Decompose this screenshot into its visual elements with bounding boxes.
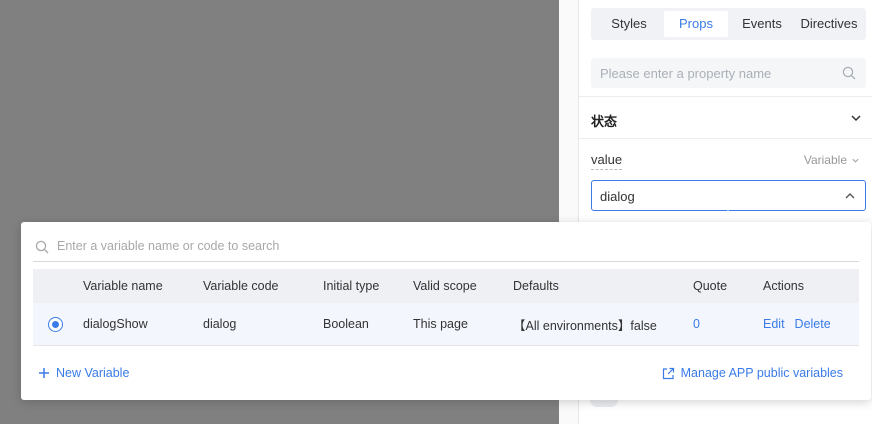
edit-link[interactable]: Edit [763,317,785,331]
column-header-code: Variable code [203,279,279,293]
external-link-icon [662,367,674,379]
tab-directives[interactable]: Directives [796,11,862,37]
column-header-scope: Valid scope [413,279,477,293]
variable-search-input[interactable]: Enter a variable name or code to search [33,232,859,262]
column-header-defaults: Defaults [513,279,559,293]
popup-caret [722,210,734,216]
divider [579,96,872,97]
new-variable-button[interactable]: New Variable [38,366,129,380]
variable-search-placeholder: Enter a variable name or code to search [57,239,280,253]
cell-defaults: 【All environments】false [513,318,657,333]
section-title-status[interactable]: 状态 [591,111,617,130]
search-icon [35,240,49,254]
variable-select[interactable]: dialog [591,180,866,211]
cell-initial-type: Boolean [323,317,369,331]
binding-mode-dropdown[interactable]: Variable [804,153,860,167]
new-variable-label: New Variable [56,366,130,380]
cell-variable-name: dialogShow [83,317,148,331]
cell-valid-scope: This page [413,317,468,331]
binding-mode-label: Variable [803,153,847,167]
tab-props[interactable]: Props [664,11,728,37]
column-header-quote: Quote [693,279,728,293]
plus-icon [39,368,49,378]
column-header-name: Variable name [83,279,163,293]
field-label-value: value [591,152,623,170]
tab-events[interactable]: Events [728,11,796,37]
property-search-placeholder: Please enter a property name [600,66,772,81]
cell-actions: Edit Delete [763,303,831,345]
search-icon[interactable] [842,66,856,80]
cell-quote-count[interactable]: 0 [693,303,700,345]
manage-public-variables-link[interactable]: Manage APP public variables [662,366,843,380]
divider [579,138,872,139]
chevron-down-icon [852,158,859,163]
variable-picker-popup: Enter a variable name or code to search … [21,222,871,400]
table-header: Variable name Variable code Initial type… [33,269,859,303]
variable-select-value: dialog [600,189,635,204]
column-header-type: Initial type [323,279,380,293]
panel-tabs: Styles Props Events Directives [591,8,866,40]
cell-variable-code: dialog [203,317,237,331]
delete-link[interactable]: Delete [795,317,831,331]
table-row[interactable]: dialogShow dialog Boolean This page 【All… [33,303,859,346]
column-header-actions: Actions [763,279,804,293]
tab-styles[interactable]: Styles [594,11,664,37]
chevron-up-icon [845,193,855,199]
chevron-down-icon[interactable] [850,112,862,124]
row-radio-selected[interactable] [48,317,63,332]
property-search-input[interactable]: Please enter a property name [591,58,866,88]
manage-public-variables-label: Manage APP public variables [680,366,843,380]
